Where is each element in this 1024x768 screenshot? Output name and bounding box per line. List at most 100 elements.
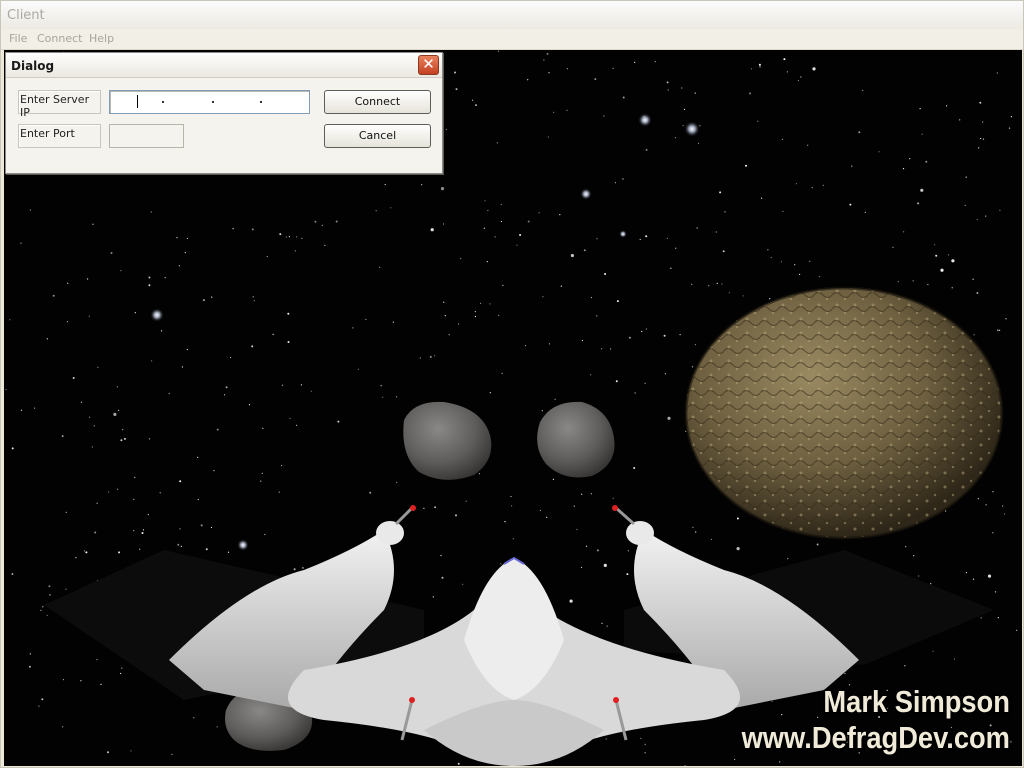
- star: [471, 99, 474, 101]
- dialog-title: Dialog: [11, 59, 55, 73]
- star: [500, 563, 502, 565]
- star: [369, 491, 372, 494]
- star: [644, 743, 646, 745]
- star: [612, 497, 614, 499]
- star: [622, 96, 625, 99]
- star: [216, 726, 218, 728]
- star: [976, 292, 979, 294]
- star: [576, 528, 578, 531]
- star: [809, 260, 811, 262]
- star: [390, 207, 392, 209]
- star: [634, 61, 636, 63]
- menu-file[interactable]: File: [9, 32, 27, 45]
- star: [681, 87, 683, 89]
- star: [603, 563, 607, 568]
- star: [296, 424, 298, 426]
- star: [547, 136, 549, 138]
- bright-star: [237, 539, 249, 551]
- star: [560, 285, 562, 287]
- star: [615, 380, 618, 383]
- star: [96, 659, 98, 661]
- bright-star: [638, 113, 652, 127]
- star: [799, 273, 801, 275]
- close-icon[interactable]: ✕: [418, 55, 439, 75]
- server-ip-input[interactable]: [109, 90, 310, 114]
- star: [83, 550, 86, 552]
- port-input[interactable]: [109, 124, 184, 148]
- star: [133, 530, 135, 532]
- star: [139, 548, 141, 550]
- star: [674, 137, 677, 139]
- star: [296, 236, 298, 238]
- star: [480, 302, 482, 304]
- star: [682, 125, 684, 127]
- star: [918, 575, 920, 577]
- star: [72, 377, 75, 379]
- star: [779, 761, 781, 763]
- star: [444, 315, 446, 317]
- connect-dialog: Dialog ✕ Enter Server IP Enter Port Conn…: [5, 52, 443, 174]
- star: [392, 321, 394, 323]
- asteroid: [537, 401, 615, 478]
- menu-connect[interactable]: Connect: [37, 32, 82, 45]
- title-bar[interactable]: Client: [1, 1, 1023, 30]
- star: [973, 334, 975, 336]
- star: [925, 160, 928, 163]
- star: [999, 209, 1001, 211]
- star: [171, 753, 173, 756]
- star: [423, 507, 425, 509]
- dialog-title-bar[interactable]: Dialog ✕: [6, 53, 442, 78]
- star: [375, 210, 377, 212]
- star: [527, 79, 529, 81]
- menu-help[interactable]: Help: [89, 32, 114, 45]
- star: [811, 187, 813, 189]
- star: [134, 312, 136, 314]
- star: [614, 182, 617, 184]
- star: [230, 356, 232, 359]
- star: [976, 218, 978, 221]
- star: [912, 280, 914, 282]
- star: [147, 514, 149, 516]
- star: [697, 142, 700, 144]
- star: [892, 246, 894, 248]
- star: [546, 516, 548, 518]
- star: [818, 276, 821, 278]
- bright-star: [619, 230, 627, 238]
- star: [483, 227, 485, 229]
- star: [516, 244, 518, 246]
- bright-star: [684, 121, 700, 137]
- cancel-button[interactable]: Cancel: [324, 124, 431, 148]
- star: [181, 366, 183, 368]
- star: [324, 244, 326, 246]
- star: [644, 382, 646, 384]
- star: [382, 396, 384, 398]
- star: [200, 524, 203, 527]
- star: [543, 59, 545, 61]
- star: [321, 224, 323, 226]
- star: [289, 417, 291, 420]
- star: [539, 509, 542, 512]
- star: [715, 231, 717, 233]
- star: [5, 388, 7, 391]
- star: [41, 698, 44, 701]
- star: [965, 176, 967, 178]
- star: [419, 357, 421, 359]
- star: [683, 108, 686, 110]
- connect-button[interactable]: Connect: [324, 90, 431, 114]
- star: [980, 137, 982, 140]
- star: [917, 202, 920, 205]
- star: [997, 617, 999, 619]
- star: [580, 566, 583, 569]
- star: [202, 299, 205, 302]
- star: [691, 366, 694, 368]
- star: [107, 751, 109, 754]
- star: [601, 622, 603, 624]
- star: [670, 267, 672, 269]
- star: [728, 292, 730, 294]
- star: [20, 409, 23, 411]
- star: [797, 79, 800, 82]
- star: [496, 142, 498, 144]
- bright-star: [150, 308, 164, 322]
- star: [462, 583, 464, 585]
- star: [177, 543, 180, 546]
